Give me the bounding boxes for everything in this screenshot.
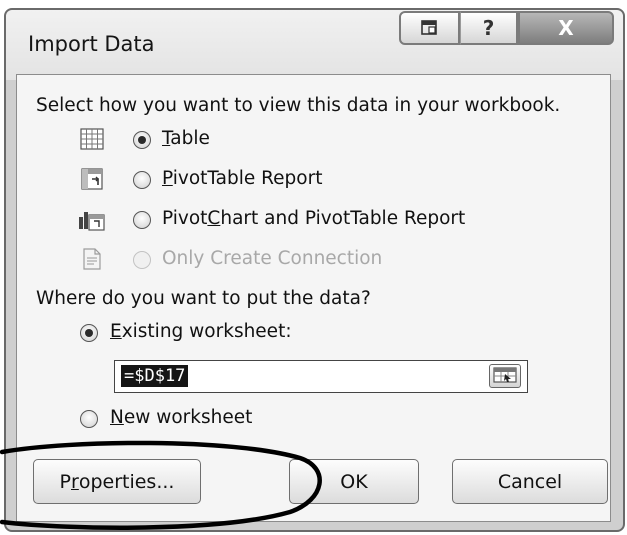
close-icon: X — [558, 16, 574, 40]
table-icon — [80, 128, 104, 150]
cancel-button[interactable]: Cancel — [452, 459, 608, 504]
pivottable-icon — [81, 168, 103, 190]
cell-reference-value[interactable]: =$D$17 — [121, 365, 189, 387]
pivotchart-icon — [79, 212, 105, 231]
radio-existing-worksheet[interactable] — [80, 324, 98, 342]
option-only-connection-label: Only Create Connection — [162, 248, 383, 269]
radio-table[interactable] — [133, 131, 151, 149]
collapse-dialog-button[interactable] — [489, 364, 521, 388]
location-prompt: Where do you want to put the data? — [36, 288, 371, 309]
ok-label: OK — [340, 470, 368, 493]
annotation-ellipse — [0, 440, 322, 530]
new-worksheet-label[interactable]: New worksheet — [110, 407, 252, 428]
existing-worksheet-label[interactable]: Existing worksheet: — [110, 321, 292, 342]
radio-new-worksheet[interactable] — [80, 410, 98, 428]
radio-pivottable[interactable] — [133, 171, 151, 189]
restore-button[interactable] — [399, 11, 460, 45]
cell-reference-input[interactable]: =$D$17 — [114, 360, 528, 393]
option-pivottable-label[interactable]: PivotTable Report — [162, 168, 322, 189]
radio-only-connection[interactable] — [133, 251, 151, 269]
cancel-label: Cancel — [497, 470, 563, 493]
help-button[interactable]: ? — [460, 11, 518, 45]
view-prompt: Select how you want to view this data in… — [36, 95, 561, 116]
collapse-dialog-icon — [493, 367, 517, 383]
dialog-title: Import Data — [28, 32, 155, 56]
help-icon: ? — [482, 16, 495, 40]
connection-icon — [83, 248, 101, 270]
option-table-label[interactable]: Table — [162, 128, 210, 149]
option-pivotchart-label[interactable]: PivotChart and PivotTable Report — [162, 208, 465, 229]
restore-icon — [420, 20, 437, 35]
close-button[interactable]: X — [518, 11, 614, 45]
radio-pivotchart[interactable] — [133, 211, 151, 229]
